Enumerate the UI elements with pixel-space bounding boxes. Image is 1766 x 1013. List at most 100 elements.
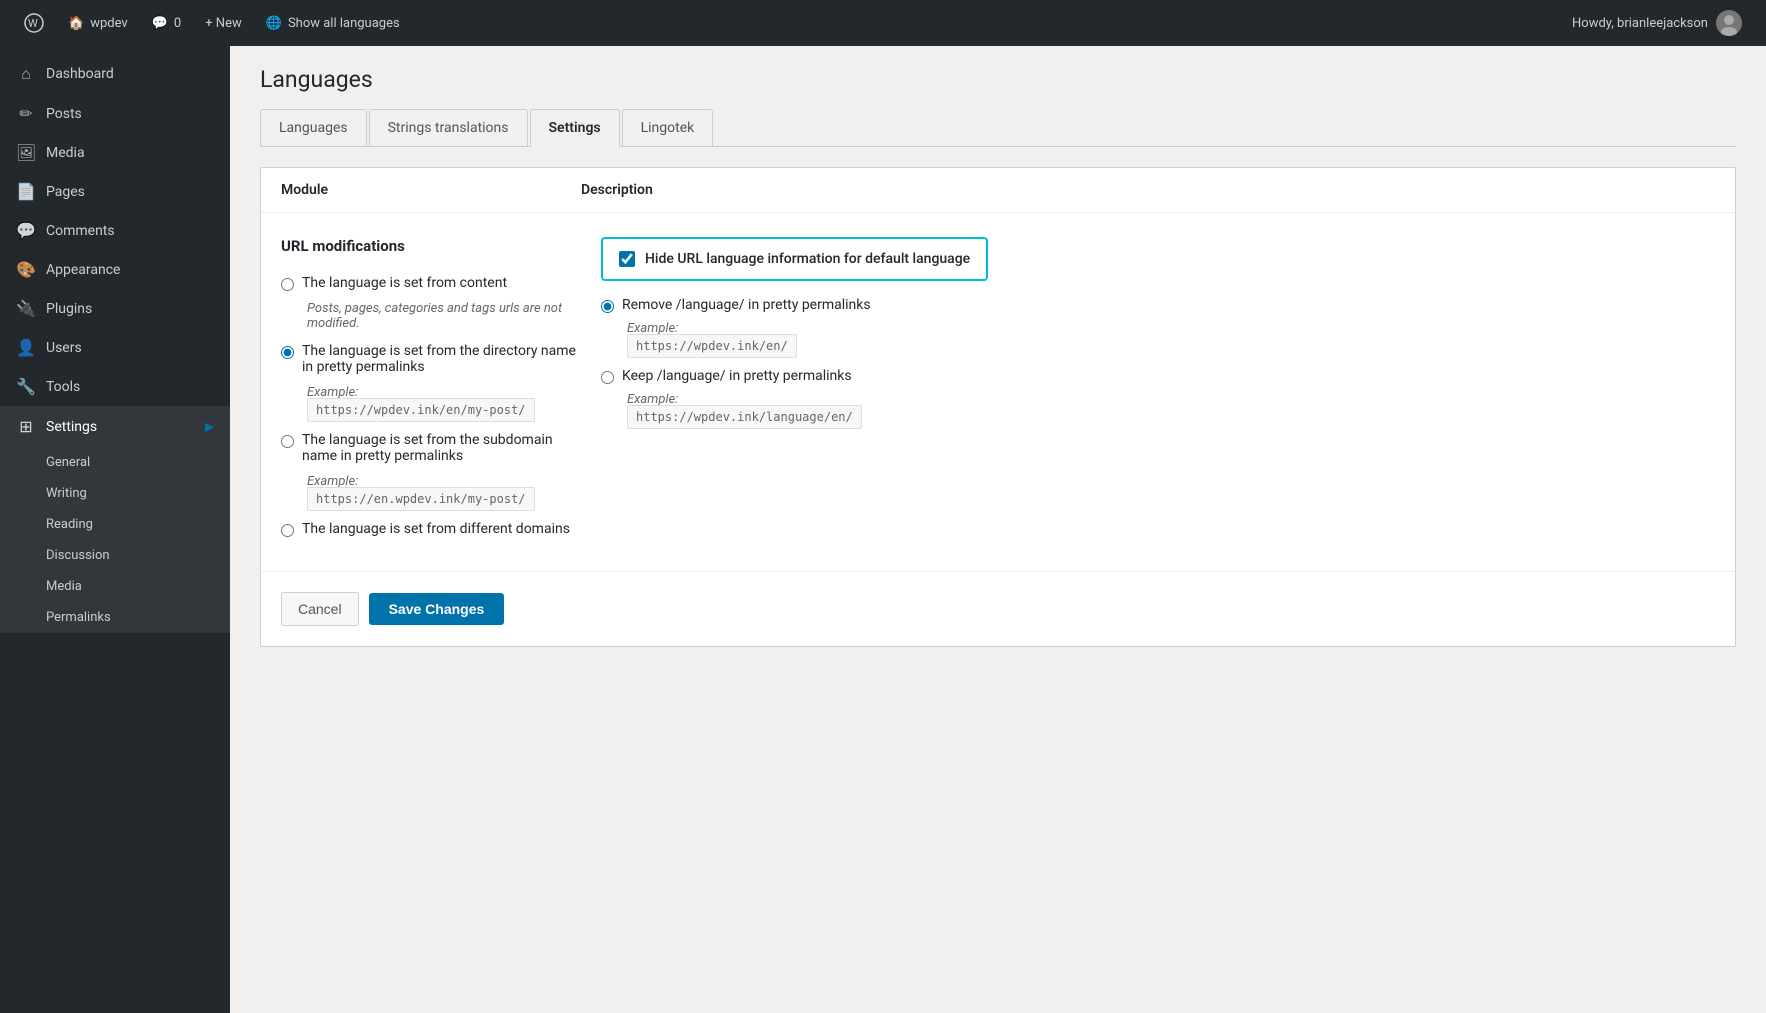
pages-icon: 📄 [16,182,36,201]
radio-option-directory: The language is set from the directory n… [281,343,581,375]
tab-strings[interactable]: Strings translations [369,109,528,146]
sidebar-item-label: Comments [46,223,115,239]
tab-bar: Languages Strings translations Settings … [260,109,1736,147]
users-icon: 👤 [16,338,36,357]
radio-domains-label[interactable]: The language is set from different domai… [302,521,570,537]
sidebar-item-label: Pages [46,184,85,200]
radio-domains[interactable] [281,524,294,537]
tab-settings[interactable]: Settings [530,109,620,147]
sidebar-item-settings[interactable]: ⊞ Settings ▸ [0,406,230,447]
sidebar-item-tools[interactable]: 🔧 Tools [0,367,230,406]
remove-example-url: https://wpdev.ink/en/ [627,338,1715,354]
sidebar-item-pages[interactable]: 📄 Pages [0,172,230,211]
sidebar-item-label: Settings [46,419,97,435]
sidebar-item-label: Dashboard [46,66,114,82]
hide-url-label[interactable]: Hide URL language information for defaul… [645,251,970,267]
settings-panel: Module Description URL modifications The… [260,167,1736,647]
sidebar-item-plugins[interactable]: 🔌 Plugins [0,289,230,328]
posts-icon: ✏ [16,104,36,123]
sidebar-item-appearance[interactable]: 🎨 Appearance [0,250,230,289]
radio-content-label[interactable]: The language is set from content [302,275,507,291]
submenu-reading[interactable]: Reading [0,509,230,540]
sub-radio-keep: Keep /language/ in pretty permalinks [601,368,1715,384]
sidebar-item-posts[interactable]: ✏ Posts [0,94,230,133]
dashboard-icon: ⌂ [16,64,36,84]
radio-subdomain[interactable] [281,435,294,448]
comments-icon: 💬 [152,16,168,31]
content-note: Posts, pages, categories and tags urls a… [307,301,581,331]
settings-submenu: General Writing Reading Discussion Media… [0,447,230,633]
radio-content[interactable] [281,278,294,291]
site-name: wpdev [90,16,128,31]
module-column: URL modifications The language is set fr… [281,237,581,547]
chevron-icon: ▸ [205,416,214,437]
sidebar-item-comments[interactable]: 💬 Comments [0,211,230,250]
radio-remove[interactable] [601,300,614,313]
sidebar-item-label: Users [46,340,82,356]
directory-example-url: https://wpdev.ink/en/my-post/ [307,402,581,418]
description-column: Hide URL language information for defaul… [601,237,1715,439]
settings-icon: ⊞ [16,417,36,436]
radio-keep[interactable] [601,371,614,384]
sidebar-item-label: Tools [46,379,80,395]
submenu-media[interactable]: Media [0,571,230,602]
plugins-icon: 🔌 [16,299,36,318]
comments-item[interactable]: 💬 0 [140,0,194,46]
comments-count: 0 [174,16,181,31]
sidebar-item-label: Appearance [46,262,120,278]
col-module: Module [281,182,581,198]
section-title: URL modifications [281,237,581,255]
sidebar-item-label: Posts [46,106,82,122]
subdomain-example-url: https://en.wpdev.ink/my-post/ [307,491,581,507]
url-modifications-section: URL modifications The language is set fr… [261,213,1735,572]
radio-option-subdomain: The language is set from the subdomain n… [281,432,581,464]
home-icon: 🏠 [68,16,84,31]
sidebar-item-users[interactable]: 👤 Users [0,328,230,367]
submenu-general[interactable]: General [0,447,230,478]
radio-option-domains: The language is set from different domai… [281,521,581,537]
sub-radio-remove: Remove /language/ in pretty permalinks [601,297,1715,313]
new-label: + New [205,16,242,31]
tools-icon: 🔧 [16,377,36,396]
show-languages-label: Show all languages [288,16,400,31]
submenu-discussion[interactable]: Discussion [0,540,230,571]
radio-directory-label[interactable]: The language is set from the directory n… [302,343,581,375]
col-description: Description [581,182,1715,198]
radio-keep-label[interactable]: Keep /language/ in pretty permalinks [622,368,852,384]
tab-languages[interactable]: Languages [260,109,367,146]
media-icon: 🖼 [16,143,36,162]
sidebar-item-label: Plugins [46,301,92,317]
sidebar-item-dashboard[interactable]: ⌂ Dashboard [0,54,230,94]
sidebar-item-media[interactable]: 🖼 Media [0,133,230,172]
hide-url-checkbox[interactable] [619,251,635,267]
radio-subdomain-label[interactable]: The language is set from the subdomain n… [302,432,581,464]
radio-option-content: The language is set from content [281,275,581,291]
url-modifications-row: URL modifications The language is set fr… [281,237,1715,547]
save-button[interactable]: Save Changes [369,593,505,625]
comments-menu-icon: 💬 [16,221,36,240]
submenu-writing[interactable]: Writing [0,478,230,509]
sidebar: ⌂ Dashboard ✏ Posts 🖼 Media 📄 Pages 💬 Co… [0,46,230,1013]
sidebar-item-label: Media [46,145,85,161]
appearance-icon: 🎨 [16,260,36,279]
new-item[interactable]: + New [193,0,254,46]
wp-logo-item[interactable]: W [12,0,56,46]
svg-text:W: W [28,17,38,30]
user-greeting-text: Howdy, brianleejackson [1572,16,1708,31]
page-title: Languages [260,66,1736,93]
radio-directory[interactable] [281,346,294,359]
table-header: Module Description [261,168,1735,213]
keep-example-url: https://wpdev.ink/language/en/ [627,409,1715,425]
avatar [1716,10,1742,36]
user-greeting[interactable]: Howdy, brianleejackson [1560,10,1754,36]
submenu-permalinks[interactable]: Permalinks [0,602,230,633]
main-content: Languages Languages Strings translations… [230,46,1766,1013]
cancel-button[interactable]: Cancel [281,592,359,626]
tab-lingotek[interactable]: Lingotek [622,109,714,146]
hide-url-box: Hide URL language information for defaul… [601,237,988,281]
languages-icon: 🌐 [266,16,282,31]
radio-remove-label[interactable]: Remove /language/ in pretty permalinks [622,297,871,313]
site-name-item[interactable]: 🏠 wpdev [56,0,140,46]
show-languages-item[interactable]: 🌐 Show all languages [254,0,412,46]
admin-bar: W 🏠 wpdev 💬 0 + New 🌐 Show all languages… [0,0,1766,46]
